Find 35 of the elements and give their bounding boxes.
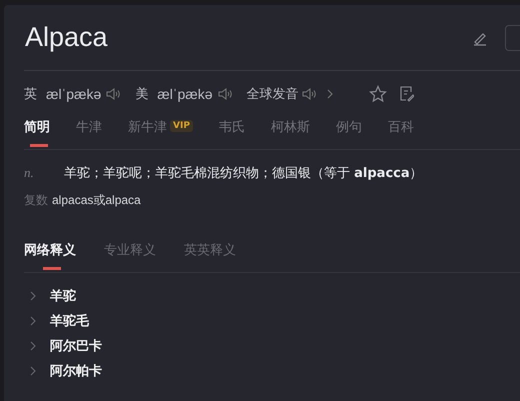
phonetic-text: ælˈpækə — [46, 86, 102, 102]
chevron-icon[interactable] — [29, 290, 37, 300]
speaker-icon[interactable] — [300, 86, 316, 100]
dictionary-tab[interactable]: 牛津 — [76, 118, 102, 147]
meaning-tab[interactable]: 英英释义 — [184, 241, 236, 270]
meaning-tab[interactable]: 网络释义 — [24, 241, 76, 273]
phonetic-text: ælˈpækə — [157, 86, 212, 102]
region-label: 美 — [135, 86, 148, 102]
part-of-speech: n. — [24, 165, 35, 181]
chevron-icon[interactable] — [29, 340, 37, 350]
region-label: 英 — [24, 86, 37, 102]
definition-text: 羊驼；羊驼呢；羊驼毛棉混纺织物；德国银（等于 alpacca） — [64, 165, 423, 182]
star-icon[interactable] — [368, 84, 386, 102]
meaning-item[interactable]: 羊驼毛 — [50, 312, 89, 330]
dictionary-tab[interactable]: 百科 — [388, 118, 414, 147]
dictionary-tab[interactable]: 简明 — [24, 118, 50, 150]
global-pronunciation[interactable]: 全球发音 — [246, 84, 298, 102]
vip-badge: VIP — [170, 120, 193, 132]
chevron-icon[interactable] — [326, 88, 332, 98]
dictionary-tab[interactable]: 例句 — [336, 118, 362, 147]
chevron-icon[interactable] — [29, 316, 37, 326]
chevron-icon[interactable] — [29, 366, 37, 376]
dictionary-tab[interactable]: 新牛津 VIP — [128, 118, 193, 147]
note-icon[interactable] — [398, 85, 414, 102]
dictionary-tab[interactable]: 韦氏 — [218, 118, 245, 147]
plural-label: 复数 — [24, 192, 48, 209]
word-title: Alpaca — [24, 22, 108, 53]
meaning-item[interactable]: 阿尔帕卡 — [50, 362, 102, 380]
dictionary-tab[interactable]: 柯林斯 — [270, 118, 310, 147]
meaning-item[interactable]: 羊驼 — [50, 286, 76, 304]
speaker-icon[interactable] — [105, 86, 122, 100]
speaker-icon[interactable] — [216, 86, 232, 100]
meaning-item[interactable]: 阿尔巴卡 — [50, 336, 102, 354]
plural-value: alpacas或alpaca — [52, 192, 141, 209]
meaning-tab[interactable]: 专业释义 — [104, 241, 156, 270]
